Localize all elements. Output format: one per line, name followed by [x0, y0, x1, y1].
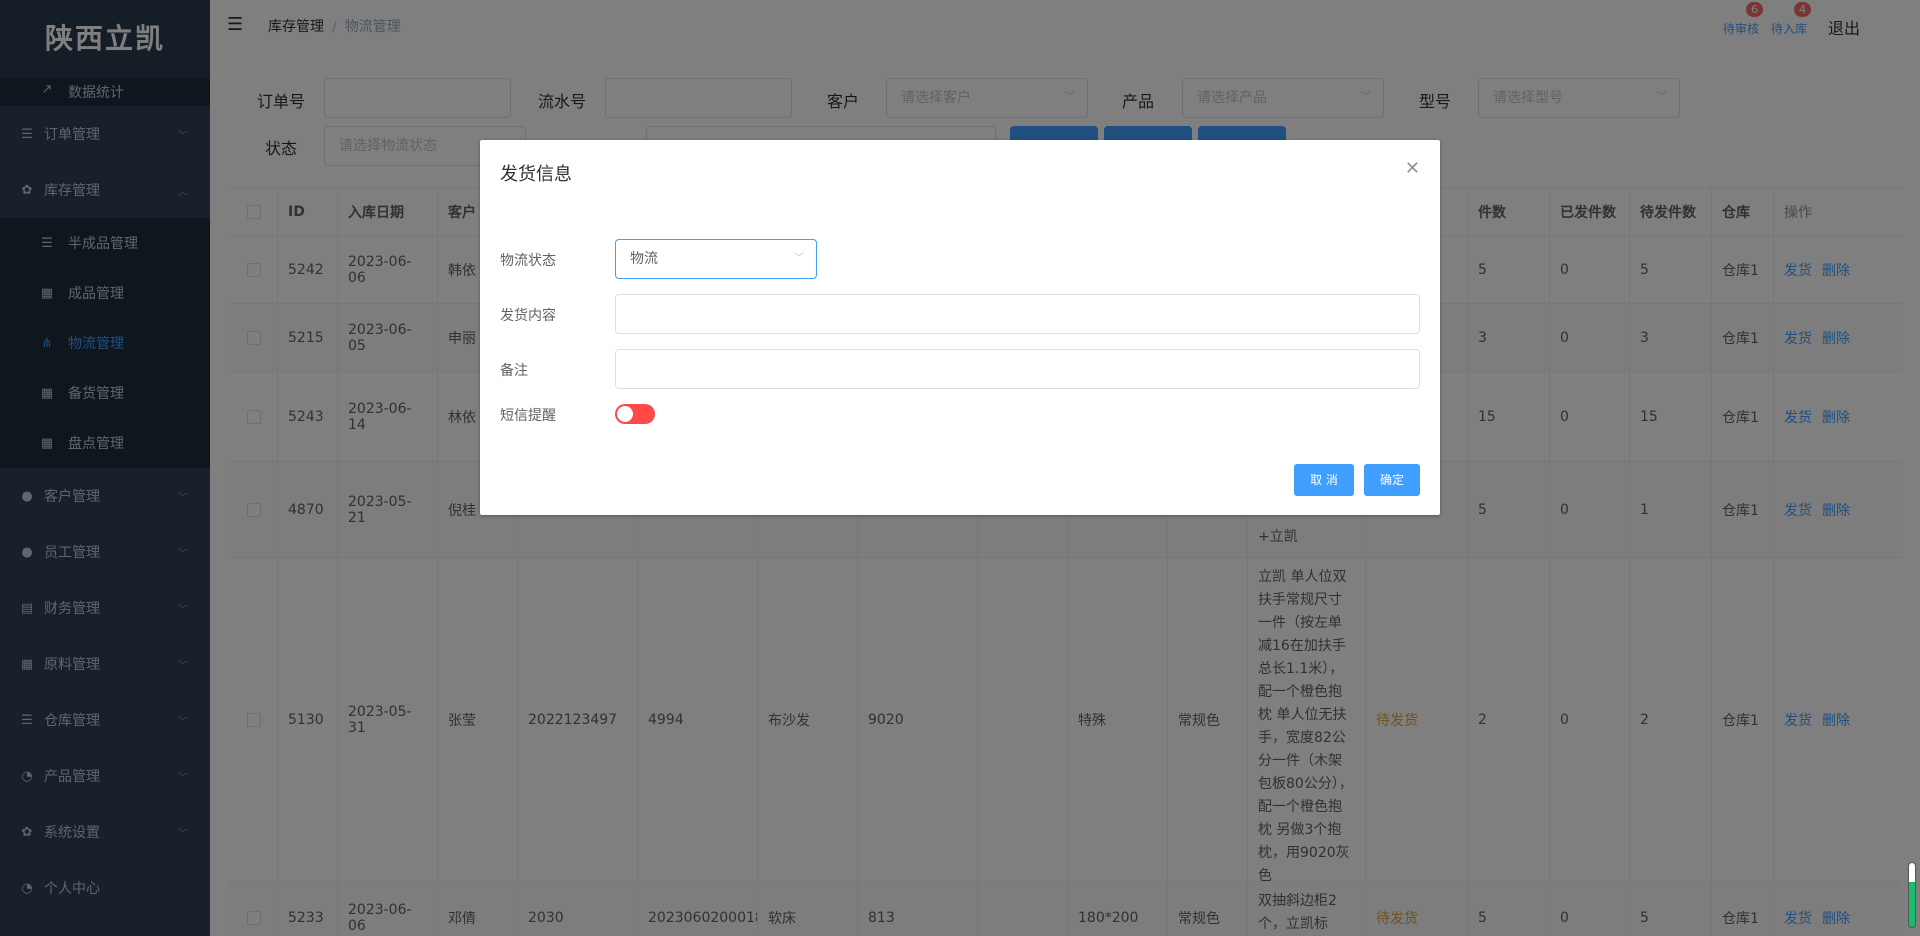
sms-form-label: 短信提醒	[500, 408, 556, 424]
logistics-status-select[interactable]: 物流 ﹀	[615, 239, 817, 279]
sms-reminder-toggle[interactable]	[615, 404, 655, 424]
logistics-status-value: 物流	[630, 251, 658, 267]
scroll-indicator	[1908, 862, 1916, 928]
cancel-button[interactable]: 取 消	[1294, 464, 1354, 496]
close-icon[interactable]: ✕	[1405, 158, 1420, 179]
status-form-label: 物流状态	[500, 253, 556, 269]
dialog-title: 发货信息	[500, 164, 572, 185]
chevron-down-icon: ﹀	[794, 253, 804, 264]
note-input[interactable]	[615, 349, 1420, 389]
shipping-content-input[interactable]	[615, 294, 1420, 334]
toggle-knob	[617, 406, 633, 422]
shipping-dialog: 发货信息 ✕ 物流状态 物流 ﹀ 发货内容 备注 短信提醒 取 消 确定	[480, 140, 1440, 515]
note-form-label: 备注	[500, 363, 528, 379]
content-form-label: 发货内容	[500, 308, 556, 324]
confirm-button[interactable]: 确定	[1364, 464, 1420, 496]
